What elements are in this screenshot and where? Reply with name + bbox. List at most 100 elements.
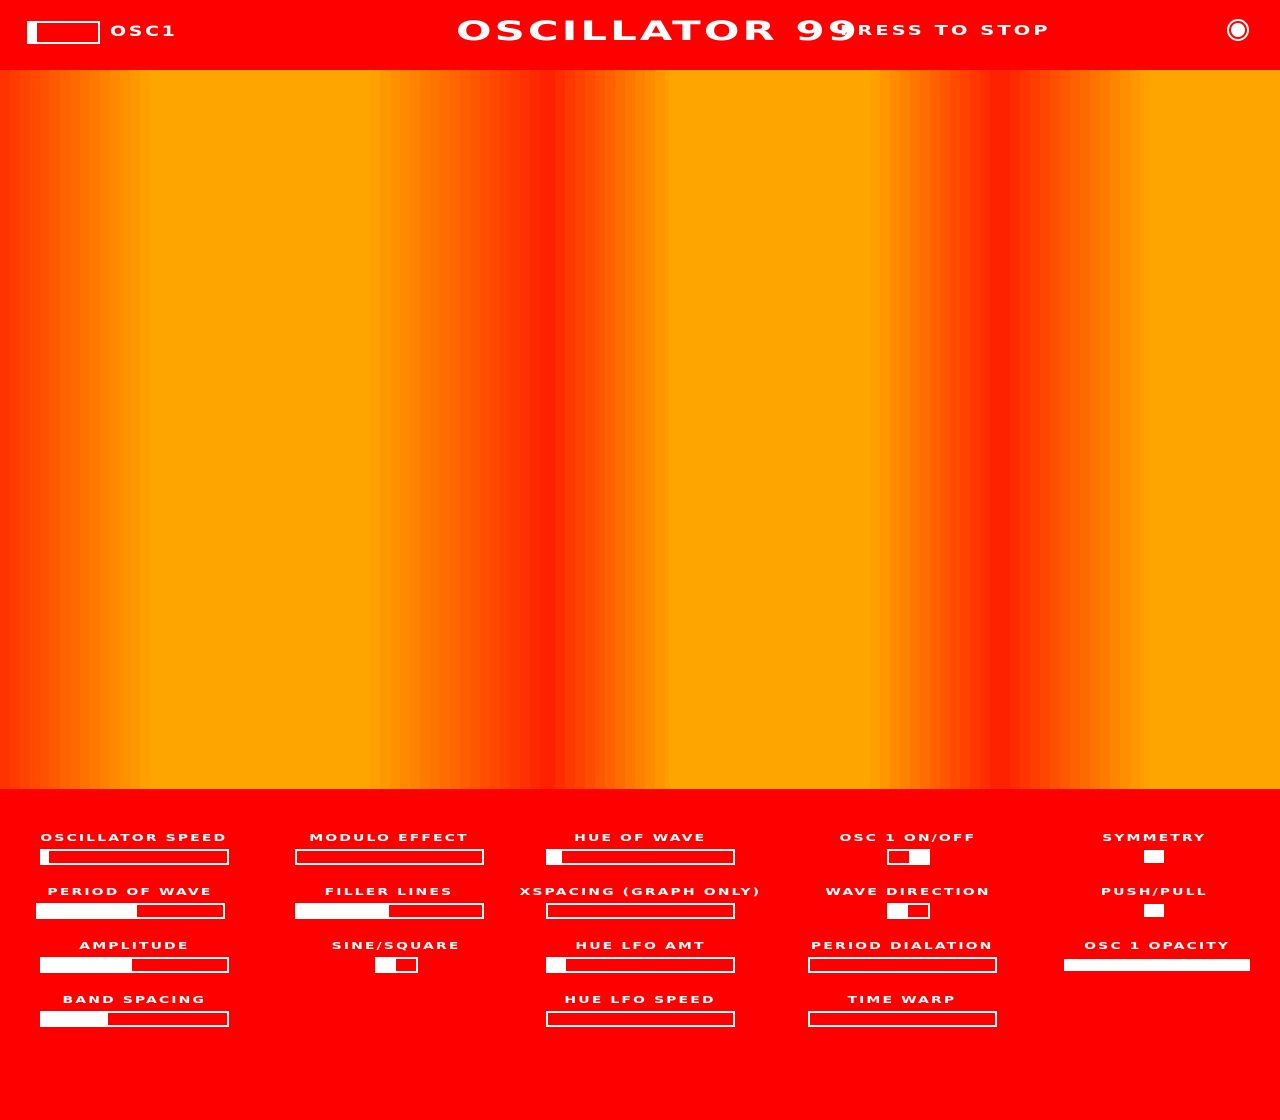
- wave-stripe: [450, 70, 461, 789]
- amplitude-slider[interactable]: [39, 957, 229, 973]
- period-of-wave-fill: [37, 905, 138, 917]
- hue-lfo-amt-slider[interactable]: [545, 957, 735, 973]
- wave-stripe: [645, 70, 656, 789]
- wave-stripe: [970, 70, 981, 789]
- wave-stripe: [500, 70, 511, 789]
- modulo-effect-label: MODULO EFFECT: [309, 833, 469, 844]
- wave-stripe: [110, 70, 121, 789]
- wave-stripe: [510, 70, 521, 789]
- wave-stripe: [575, 70, 586, 789]
- filler-lines-slider[interactable]: [294, 903, 484, 919]
- wave-stripe: [990, 70, 1001, 789]
- wave-stripe: [1090, 70, 1101, 789]
- wave-stripe: [1040, 70, 1051, 789]
- wave-stripe: [1070, 70, 1081, 789]
- hue-lfo-speed-slider[interactable]: [545, 1011, 735, 1027]
- band-spacing-label: BAND SPACING: [62, 995, 206, 1006]
- wave-stripe: [90, 70, 101, 789]
- oscillator-speed-label: OSCILLATOR SPEED: [40, 833, 228, 844]
- osc1-toggle-fill: [29, 23, 38, 42]
- oscillator-speed-fill: [41, 851, 49, 863]
- wave-stripe: [400, 70, 411, 789]
- wave-stripe: [460, 70, 471, 789]
- wave-stripe: [665, 70, 671, 789]
- wave-stripe: [50, 70, 61, 789]
- wave-band: [1150, 70, 1280, 789]
- wave-stripe: [960, 70, 971, 789]
- wave-stripe: [530, 70, 541, 789]
- wave-stripe: [420, 70, 431, 789]
- wave-stripe: [605, 70, 616, 789]
- wave-stripe: [1100, 70, 1111, 789]
- osc1-on-off-knob: [908, 851, 928, 863]
- wave-stripe: [585, 70, 596, 789]
- wave-stripe: [1130, 70, 1141, 789]
- wave-direction-toggle[interactable]: [886, 903, 930, 919]
- filler-lines-fill: [296, 905, 389, 917]
- stop-button[interactable]: PRESS TO STOP: [840, 24, 1051, 39]
- wave-stripe: [1120, 70, 1131, 789]
- hue-of-wave-fill: [547, 851, 563, 863]
- wave-stripe: [870, 70, 881, 789]
- wave-graphic: [0, 70, 1280, 789]
- wave-stripe: [100, 70, 111, 789]
- hue-lfo-speed-control: HUE LFO SPEED: [520, 995, 760, 1027]
- time-warp-control: TIME WARP: [782, 995, 1022, 1027]
- band-spacing-slider[interactable]: [39, 1011, 229, 1027]
- wave-direction-control: WAVE DIRECTION: [788, 887, 1028, 919]
- wave-stripe: [1110, 70, 1121, 789]
- symmetry-label: SYMMETRY: [1101, 833, 1207, 844]
- time-warp-slider[interactable]: [807, 1011, 997, 1027]
- wave-stripe: [980, 70, 991, 789]
- wave-stripe: [40, 70, 51, 789]
- sine-square-toggle[interactable]: [374, 957, 418, 973]
- xspacing-control: XSPACING (GRAPH ONLY): [519, 887, 760, 919]
- period-dialation-slider[interactable]: [807, 957, 997, 973]
- wave-stripe: [120, 70, 131, 789]
- wave-stripe: [1010, 70, 1021, 789]
- wave-stripe: [520, 70, 531, 789]
- filler-lines-control: FILLER LINES: [269, 887, 509, 919]
- hue-lfo-speed-label: HUE LFO SPEED: [564, 995, 716, 1006]
- wave-stripe: [595, 70, 606, 789]
- control-panel: OSCILLATOR SPEED PERIOD OF WAVE AMPLITUD…: [0, 789, 1280, 1120]
- push-pull-label: PUSH/PULL: [1100, 887, 1208, 898]
- wave-canvas[interactable]: [0, 70, 1280, 789]
- modulo-effect-slider[interactable]: [294, 849, 484, 865]
- band-spacing-control: BAND SPACING: [14, 995, 254, 1027]
- oscillator-speed-control: OSCILLATOR SPEED: [14, 833, 254, 865]
- wave-stripe: [1050, 70, 1061, 789]
- wave-stripe: [900, 70, 911, 789]
- osc-label: OSC1: [110, 24, 178, 40]
- xspacing-slider[interactable]: [545, 903, 735, 919]
- wave-stripe: [20, 70, 31, 789]
- wave-stripe: [130, 70, 141, 789]
- wave-stripe: [615, 70, 626, 789]
- osc1-on-off-toggle[interactable]: [886, 849, 930, 865]
- wave-stripe: [410, 70, 421, 789]
- wave-stripe: [635, 70, 646, 789]
- period-of-wave-slider[interactable]: [35, 903, 225, 919]
- wave-direction-knob: [888, 905, 908, 917]
- osc1-opacity-slider[interactable]: [1064, 959, 1250, 971]
- osc1-toggle[interactable]: [27, 21, 100, 44]
- wave-stripe: [1000, 70, 1011, 789]
- record-icon[interactable]: [1227, 19, 1249, 41]
- hue-of-wave-label: HUE OF WAVE: [573, 833, 707, 844]
- wave-stripe: [490, 70, 501, 789]
- sine-square-label: SINE/SQUARE: [331, 941, 461, 952]
- wave-stripe: [140, 70, 151, 789]
- wave-stripe: [910, 70, 921, 789]
- wave-stripe: [1020, 70, 1031, 789]
- symmetry-checkbox[interactable]: [1144, 850, 1164, 863]
- amplitude-control: AMPLITUDE: [14, 941, 254, 973]
- hue-of-wave-slider[interactable]: [545, 849, 735, 865]
- period-dialation-control: PERIOD DIALATION: [782, 941, 1022, 973]
- wave-stripe: [655, 70, 666, 789]
- wave-stripe: [940, 70, 951, 789]
- filler-lines-label: FILLER LINES: [324, 887, 454, 898]
- modulo-effect-control: MODULO EFFECT: [269, 833, 509, 865]
- push-pull-checkbox[interactable]: [1144, 904, 1164, 917]
- oscillator-speed-slider[interactable]: [39, 849, 229, 865]
- wave-stripe: [890, 70, 901, 789]
